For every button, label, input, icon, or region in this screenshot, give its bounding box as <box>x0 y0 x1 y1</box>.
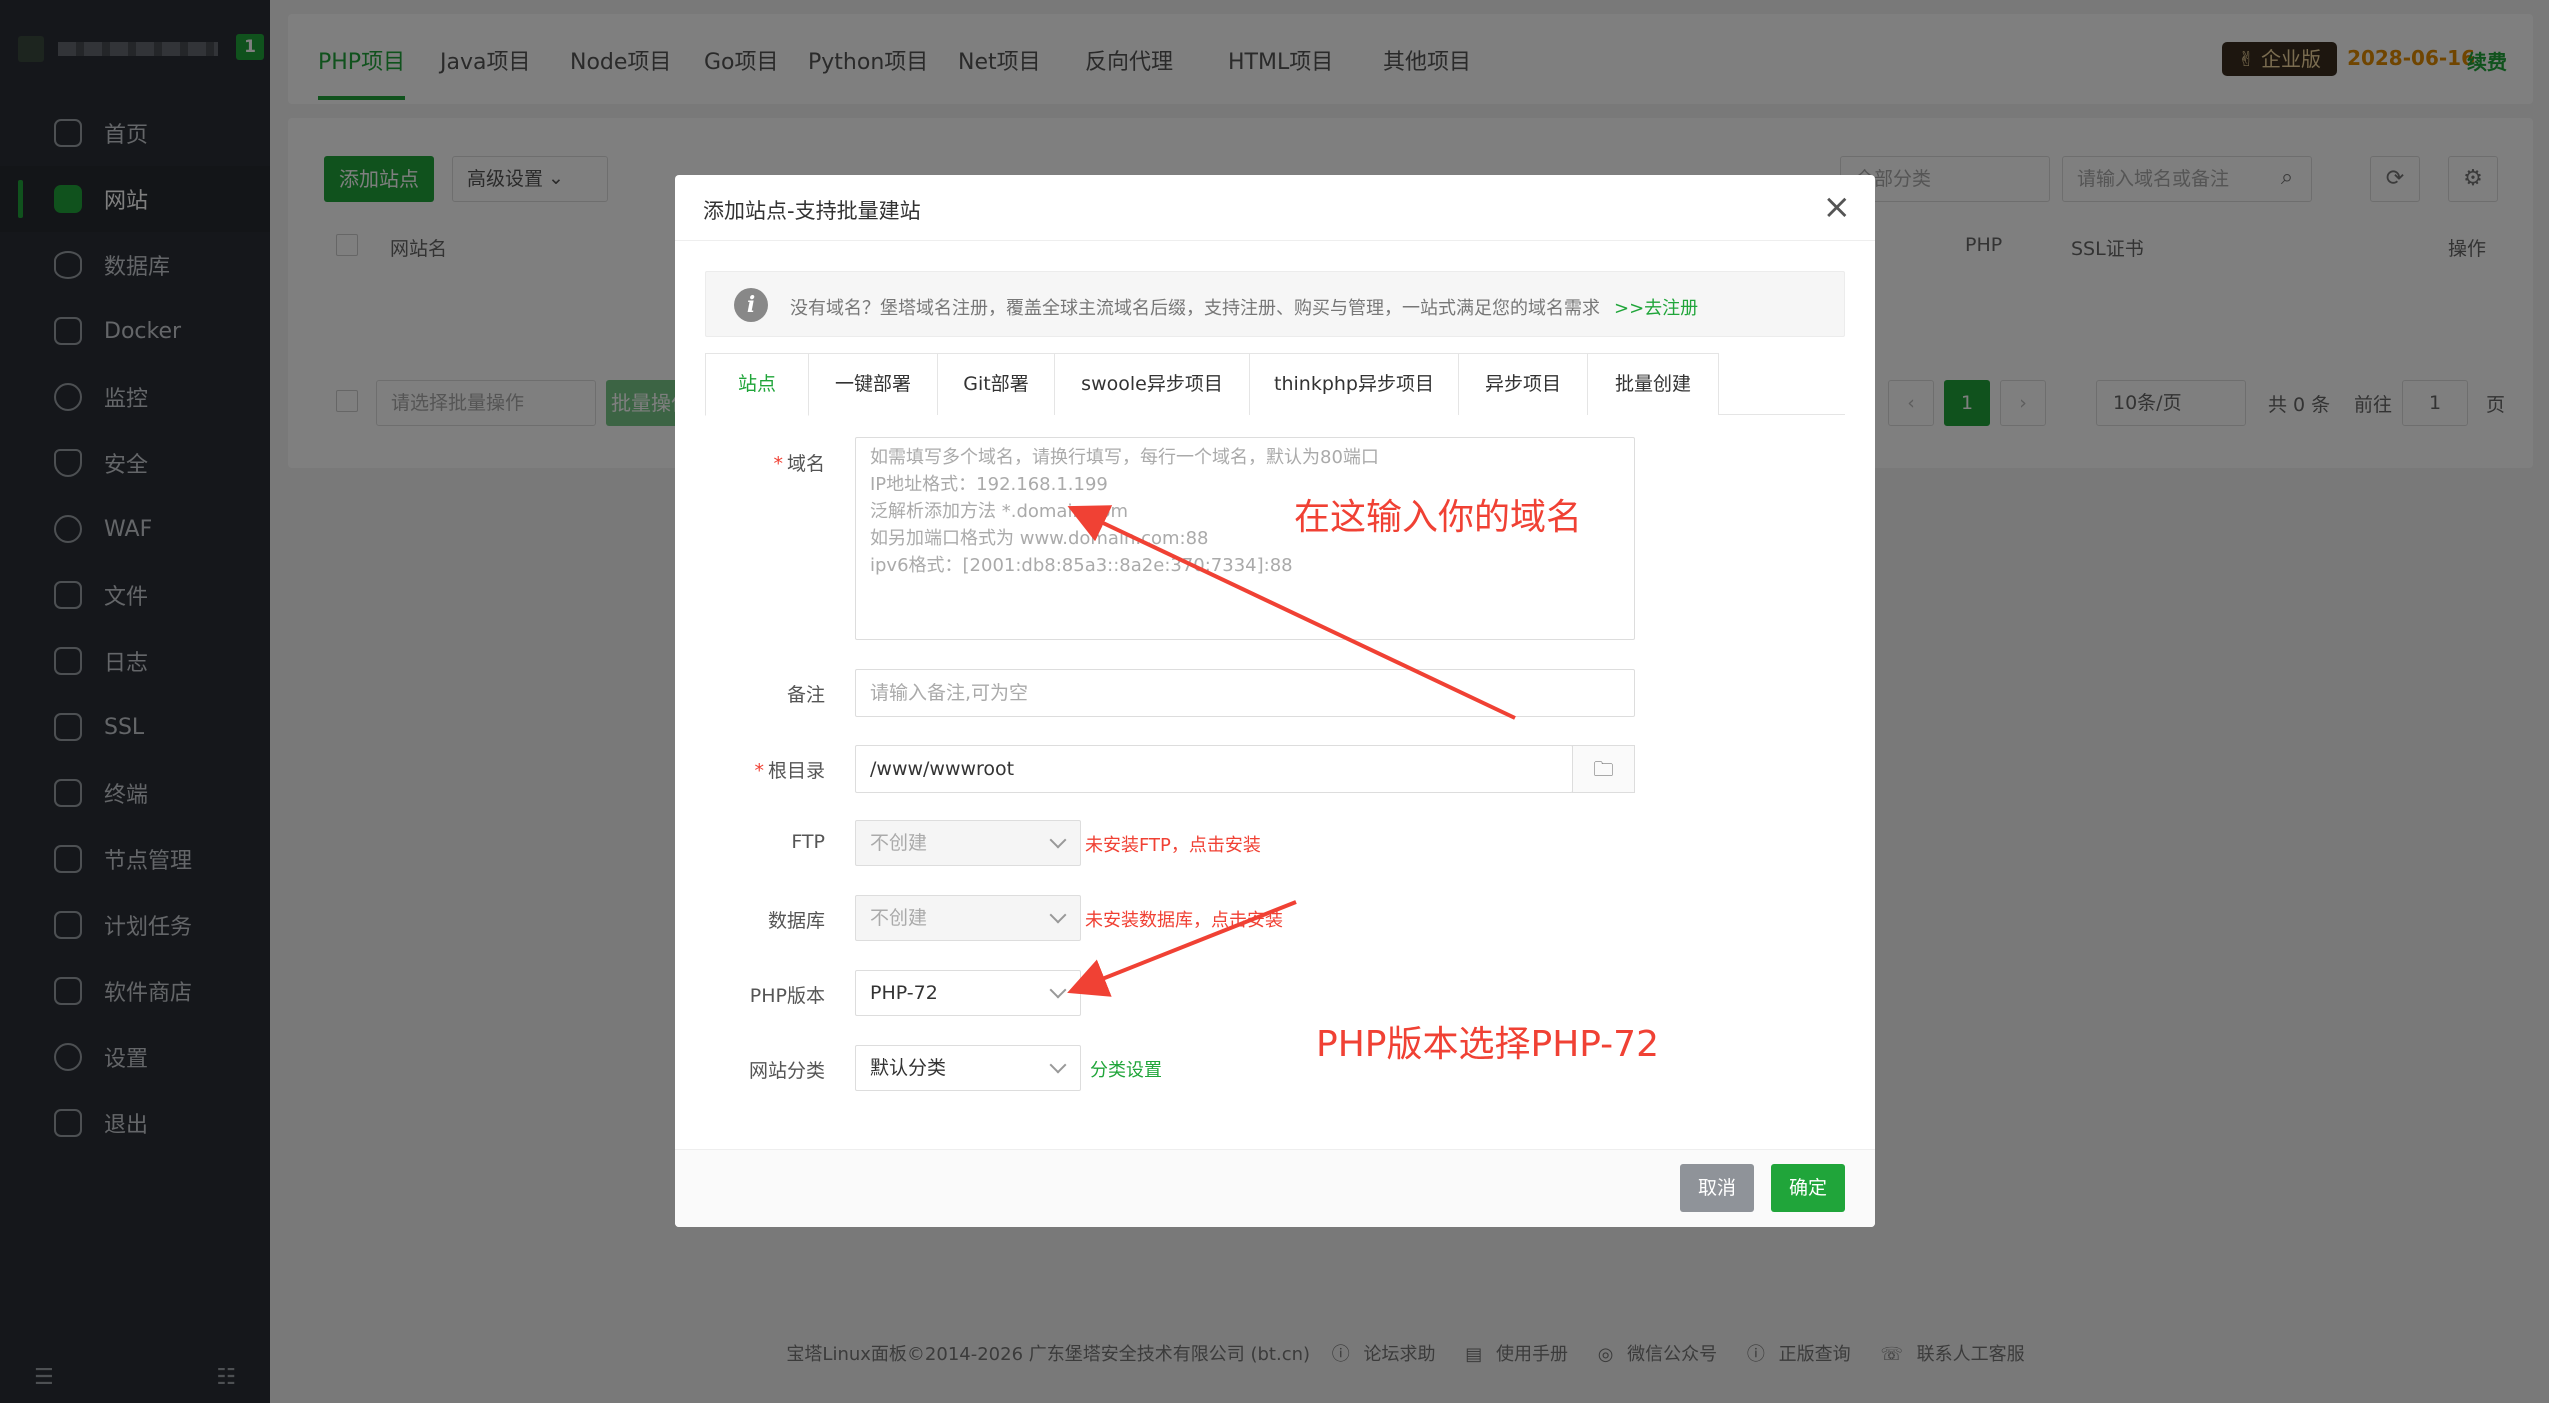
php-version-value: PHP-72 <box>870 982 938 1004</box>
annotation-domain-hint: 在这输入你的域名 <box>1294 497 1583 538</box>
database-select[interactable]: 不创建 <box>855 895 1081 941</box>
add-site-modal: 添加站点-支持批量建站 × i 没有域名？堡塔域名注册，覆盖全球主流域名后缀，支… <box>675 175 1875 1227</box>
root-dir-input[interactable]: /www/wwwroot <box>855 745 1573 793</box>
ftp-select[interactable]: 不创建 <box>855 820 1081 866</box>
remark-label: 备注 <box>786 684 825 706</box>
notice-text-wrap: 没有域名？堡塔域名注册，覆盖全球主流域名后缀，支持注册、购买与管理，一站式满足您… <box>790 294 1698 320</box>
category-label: 网站分类 <box>748 1060 825 1082</box>
annotation-php-hint: PHP版本选择PHP-72 <box>1316 1024 1659 1065</box>
domain-hint-line: ipv6格式：[2001:db8:85a3::8a2e:370:7334]:88 <box>870 555 1293 576</box>
confirm-button[interactable]: 确定 <box>1771 1164 1845 1212</box>
tab-swoole[interactable]: swoole异步项目 <box>1054 353 1250 415</box>
register-link[interactable]: >>去注册 <box>1614 298 1698 319</box>
php-version-label: PHP版本 <box>749 985 825 1007</box>
folder-icon[interactable]: 🗀 <box>1572 745 1635 793</box>
ftp-value: 不创建 <box>870 832 928 854</box>
tab-git-deploy[interactable]: Git部署 <box>937 353 1055 415</box>
root-dir-label-text: 根目录 <box>767 760 825 782</box>
category-select[interactable]: 默认分类 <box>855 1045 1081 1091</box>
domain-label-text: 域名 <box>786 453 825 475</box>
domain-register-notice: i 没有域名？堡塔域名注册，覆盖全球主流域名后缀，支持注册、购买与管理，一站式满… <box>705 271 1845 337</box>
database-label: 数据库 <box>767 910 825 932</box>
category-settings-link[interactable]: 分类设置 <box>1090 1056 1162 1082</box>
domain-hint-line: 如需填写多个域名，请换行填写，每行一个域名，默认为80端口 <box>870 447 1379 468</box>
root-dir-label: * 根目录 <box>675 756 825 783</box>
domain-label: * 域名 <box>675 449 825 476</box>
ftp-install-link[interactable]: 未安装FTP，点击安装 <box>1085 831 1261 857</box>
info-icon: i <box>734 288 768 322</box>
chevron-down-icon <box>1049 1056 1067 1074</box>
tab-thinkphp[interactable]: thinkphp异步项目 <box>1249 353 1459 415</box>
modal-tabs: 站点 一键部署 Git部署 swoole异步项目 thinkphp异步项目 异步… <box>705 353 1845 416</box>
php-version-select[interactable]: PHP-72 <box>855 970 1081 1016</box>
database-install-link[interactable]: 未安装数据库，点击安装 <box>1085 906 1283 932</box>
ftp-label: FTP <box>791 831 825 853</box>
modal-title: 添加站点-支持批量建站 <box>703 199 921 223</box>
chevron-down-icon <box>1049 906 1067 924</box>
tab-site[interactable]: 站点 <box>705 353 809 416</box>
tab-batch-create[interactable]: 批量创建 <box>1587 353 1719 415</box>
modal-header: 添加站点-支持批量建站 × <box>675 175 1875 241</box>
close-icon[interactable]: × <box>1823 187 1852 227</box>
cancel-button[interactable]: 取消 <box>1680 1164 1754 1212</box>
chevron-down-icon <box>1049 831 1067 849</box>
remark-input[interactable]: 请输入备注,可为空 <box>855 669 1635 717</box>
required-mark: * <box>773 453 783 475</box>
chevron-down-icon <box>1049 981 1067 999</box>
tab-async[interactable]: 异步项目 <box>1458 353 1588 415</box>
modal-footer: 取消 确定 <box>675 1149 1875 1227</box>
database-value: 不创建 <box>870 907 928 929</box>
notice-text: 没有域名？堡塔域名注册，覆盖全球主流域名后缀，支持注册、购买与管理，一站式满足您… <box>790 298 1600 319</box>
category-value: 默认分类 <box>870 1057 947 1079</box>
tab-one-click-deploy[interactable]: 一键部署 <box>808 353 938 415</box>
required-mark: * <box>754 760 764 782</box>
